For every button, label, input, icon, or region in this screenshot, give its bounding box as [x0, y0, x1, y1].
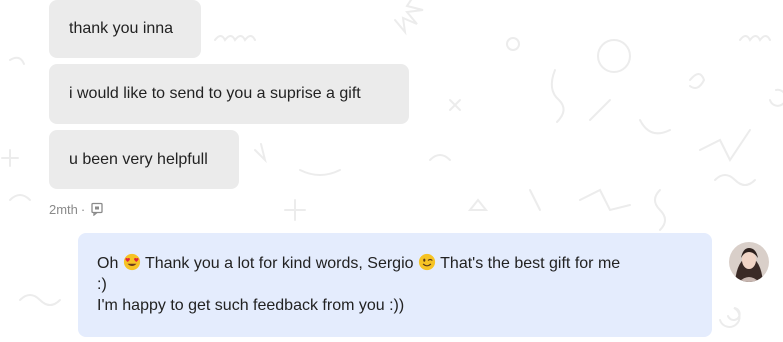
message-text: thank you inna	[69, 20, 174, 37]
message-text: i would like to send to you a suprise a …	[69, 85, 361, 102]
incoming-message[interactable]: i would like to send to you a suprise a …	[49, 64, 409, 124]
meta-separator: ·	[80, 201, 86, 217]
wink-emoji-icon	[418, 253, 436, 271]
message-text: Thank you a lot for kind words, Sergio	[140, 255, 418, 272]
message-line: :)	[97, 276, 107, 293]
avatar-image	[729, 242, 769, 282]
message-meta: 2mth ·	[49, 200, 104, 218]
message-text: u been very helpfull	[69, 150, 208, 168]
message-text: That's the best gift for me	[435, 255, 621, 272]
heart-eyes-emoji-icon	[123, 253, 140, 271]
message-line: Oh Thank you a lot for kind words, Sergi…	[97, 253, 692, 274]
message-line: I'm happy to get such feedback from you …	[97, 297, 405, 314]
seen-icon	[91, 202, 103, 216]
incoming-message[interactable]: thank you inna	[49, 0, 201, 58]
message-text: Oh	[97, 255, 123, 272]
avatar[interactable]	[729, 242, 769, 282]
outgoing-message[interactable]: Oh Thank you a lot for kind words, Sergi…	[78, 233, 712, 337]
incoming-message[interactable]: u been very helpfull	[49, 130, 239, 189]
message-timestamp: 2mth	[49, 201, 78, 217]
